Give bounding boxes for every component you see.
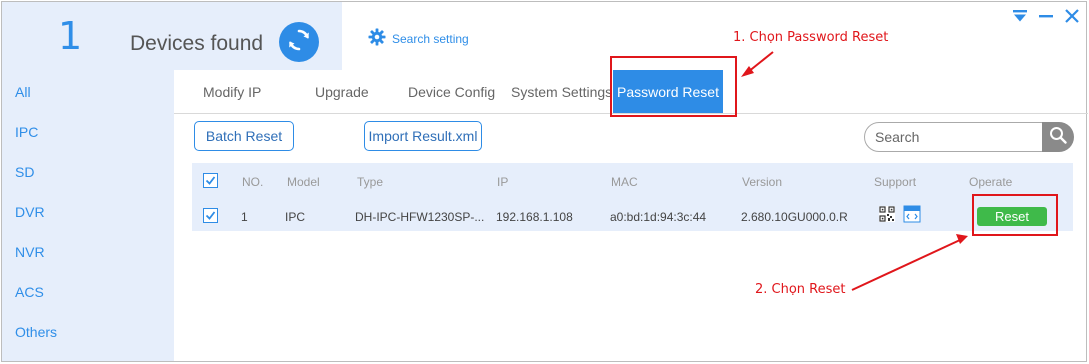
annotation-highlight-password-reset bbox=[610, 56, 737, 117]
device-count-panel: 1 Devices found bbox=[2, 2, 342, 70]
search-setting-label: Search setting bbox=[392, 31, 469, 46]
sidebar-item-dvr[interactable]: DVR bbox=[2, 192, 174, 232]
row-mac: a0:bd:1d:94:3c:44 bbox=[610, 210, 707, 224]
sidebar-item-all[interactable]: All bbox=[2, 72, 174, 112]
row-type: DH-IPC-HFW1230SP-... bbox=[355, 210, 485, 224]
column-header-support: Support bbox=[874, 175, 917, 189]
tab-upgrade[interactable]: Upgrade bbox=[315, 70, 369, 113]
xml-file-icon[interactable] bbox=[903, 205, 921, 226]
device-type-sidebar: All IPC SD DVR NVR ACS Others bbox=[2, 70, 174, 361]
row-checkbox[interactable] bbox=[203, 208, 218, 223]
row-no: 1 bbox=[241, 210, 248, 224]
annotation-step1: 1. Chọn Password Reset bbox=[733, 30, 889, 45]
tab-device-config[interactable]: Device Config bbox=[408, 70, 495, 113]
gear-icon bbox=[368, 28, 386, 49]
refresh-button[interactable] bbox=[279, 22, 319, 62]
window-controls bbox=[1012, 8, 1080, 24]
sidebar-item-sd[interactable]: SD bbox=[2, 152, 174, 192]
row-model: IPC bbox=[285, 210, 306, 224]
row-ip: 192.168.1.108 bbox=[496, 210, 573, 224]
select-all-checkbox[interactable] bbox=[203, 173, 218, 188]
sidebar-item-others[interactable]: Others bbox=[2, 312, 174, 352]
device-count-label: Devices found bbox=[130, 32, 264, 55]
qr-code-icon[interactable] bbox=[879, 206, 895, 225]
column-header-version: Version bbox=[742, 175, 783, 189]
close-icon[interactable] bbox=[1064, 8, 1080, 24]
tab-system-settings[interactable]: System Settings bbox=[511, 70, 612, 113]
batch-reset-button[interactable]: Batch Reset bbox=[194, 121, 294, 151]
column-header-mac: MAC bbox=[611, 175, 638, 189]
search-box bbox=[864, 122, 1074, 152]
dropdown-icon[interactable] bbox=[1012, 8, 1028, 24]
column-header-operate: Operate bbox=[969, 175, 1013, 189]
refresh-icon bbox=[285, 26, 313, 59]
sidebar-item-nvr[interactable]: NVR bbox=[2, 232, 174, 272]
column-header-type: Type bbox=[357, 175, 384, 189]
tab-modify-ip[interactable]: Modify IP bbox=[203, 70, 261, 113]
column-header-no: NO. bbox=[242, 175, 264, 189]
column-header-model: Model bbox=[287, 175, 320, 189]
import-result-button[interactable]: Import Result.xml bbox=[364, 121, 482, 151]
search-icon bbox=[1049, 126, 1067, 149]
device-table: NO. Model Type IP MAC Version Support Op… bbox=[192, 163, 1073, 231]
annotation-highlight-reset bbox=[972, 194, 1058, 236]
search-setting-link[interactable]: Search setting bbox=[368, 28, 469, 49]
search-button[interactable] bbox=[1042, 122, 1074, 152]
minimize-icon[interactable] bbox=[1038, 8, 1054, 24]
device-count: 1 bbox=[58, 14, 83, 58]
annotation-step2: 2. Chọn Reset bbox=[755, 282, 846, 297]
row-version: 2.680.10GU000.0.R bbox=[741, 210, 848, 224]
column-header-ip: IP bbox=[497, 175, 509, 189]
search-input[interactable] bbox=[864, 122, 1056, 152]
sidebar-item-acs[interactable]: ACS bbox=[2, 272, 174, 312]
sidebar-item-ipc[interactable]: IPC bbox=[2, 112, 174, 152]
